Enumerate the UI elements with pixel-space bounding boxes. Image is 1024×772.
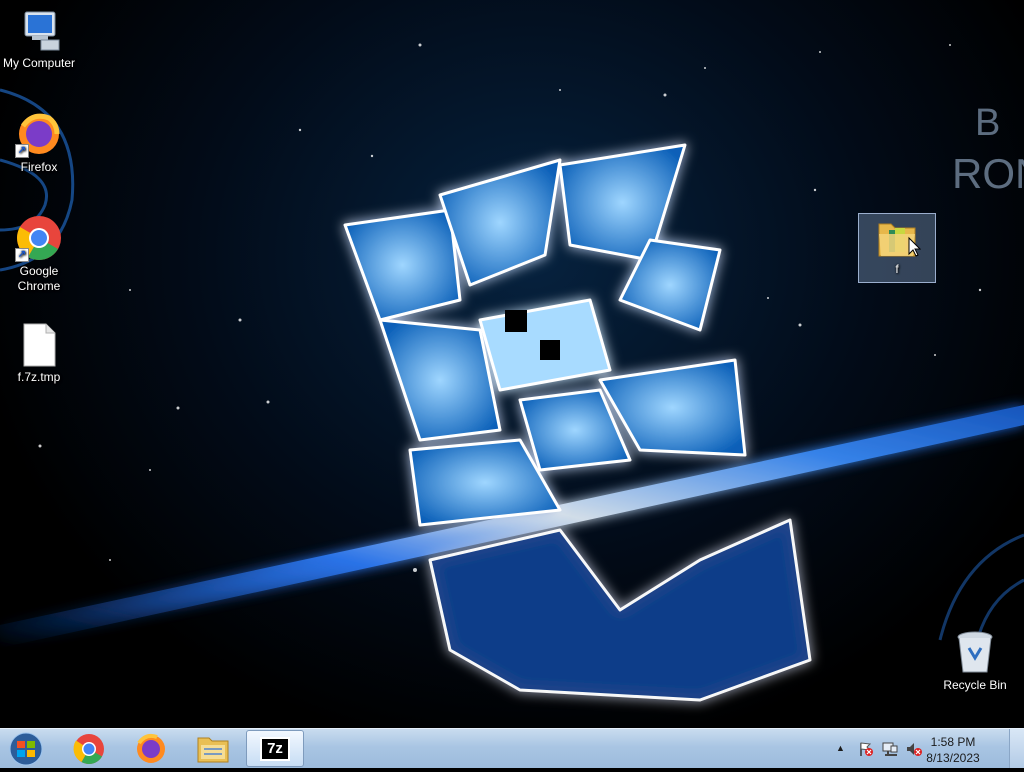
- shortcut-arrow-icon: ↗: [15, 248, 29, 262]
- desktop-icon-firefox[interactable]: ↗ Firefox: [1, 110, 77, 175]
- wallpaper-text-1: B: [975, 102, 1000, 144]
- show-desktop-button[interactable]: [1009, 729, 1024, 768]
- desktop-icon-folder-f[interactable]: f: [858, 213, 936, 283]
- desktop-icon-google-chrome[interactable]: ↗ Google Chrome: [1, 214, 77, 294]
- taskbar-7zip-button[interactable]: 7z: [246, 730, 304, 767]
- folder-icon: [873, 216, 922, 260]
- network-icon[interactable]: [882, 741, 898, 757]
- desktop-icon-label: Google Chrome: [17, 264, 61, 293]
- show-hidden-icons-button[interactable]: ▲: [836, 743, 845, 753]
- taskbar: 7z ▲ 1:58 PM 8/13/2023: [0, 728, 1024, 768]
- clock[interactable]: 1:58 PM 8/13/2023: [918, 734, 988, 766]
- taskbar-firefox-button[interactable]: [123, 730, 179, 767]
- desktop-icon-label: f.7z.tmp: [17, 370, 61, 384]
- recycle-bin-icon: [951, 628, 999, 676]
- desktop-icon-label: My Computer: [2, 56, 76, 70]
- desktop-icon-my-computer[interactable]: My Computer: [1, 6, 77, 71]
- action-center-flag-icon[interactable]: [858, 741, 874, 757]
- taskbar-file-explorer-button[interactable]: [185, 730, 241, 767]
- wallpaper-text-2: RON: [952, 150, 1024, 197]
- desktop-icon-label: f: [895, 262, 899, 276]
- desktop-icon-recycle-bin[interactable]: Recycle Bin: [937, 628, 1013, 693]
- chrome-icon: [73, 734, 104, 765]
- start-button[interactable]: [6, 731, 46, 767]
- taskbar-chrome-button[interactable]: [61, 730, 117, 767]
- desktop-icon-label: Firefox: [20, 160, 58, 174]
- folder-icon: [197, 737, 229, 763]
- desktop-icon-label: Recycle Bin: [943, 678, 1007, 692]
- clock-date: 8/13/2023: [926, 751, 980, 765]
- shortcut-arrow-icon: ↗: [15, 144, 29, 158]
- windows-logo-icon: [9, 732, 43, 766]
- clock-time: 1:58 PM: [930, 735, 976, 749]
- computer-icon: [15, 6, 63, 54]
- system-tray: ▲ 1:58 PM 8/13/2023: [834, 729, 1024, 769]
- file-icon: [15, 322, 63, 368]
- desktop-wallpaper: B RON: [0, 0, 1024, 728]
- chrome-icon: ↗: [15, 214, 63, 262]
- firefox-icon: [137, 733, 165, 763]
- 7zip-icon: 7z: [260, 737, 290, 761]
- firefox-icon: ↗: [15, 110, 63, 158]
- desktop-icon-f-7z-tmp[interactable]: f.7z.tmp: [1, 322, 77, 385]
